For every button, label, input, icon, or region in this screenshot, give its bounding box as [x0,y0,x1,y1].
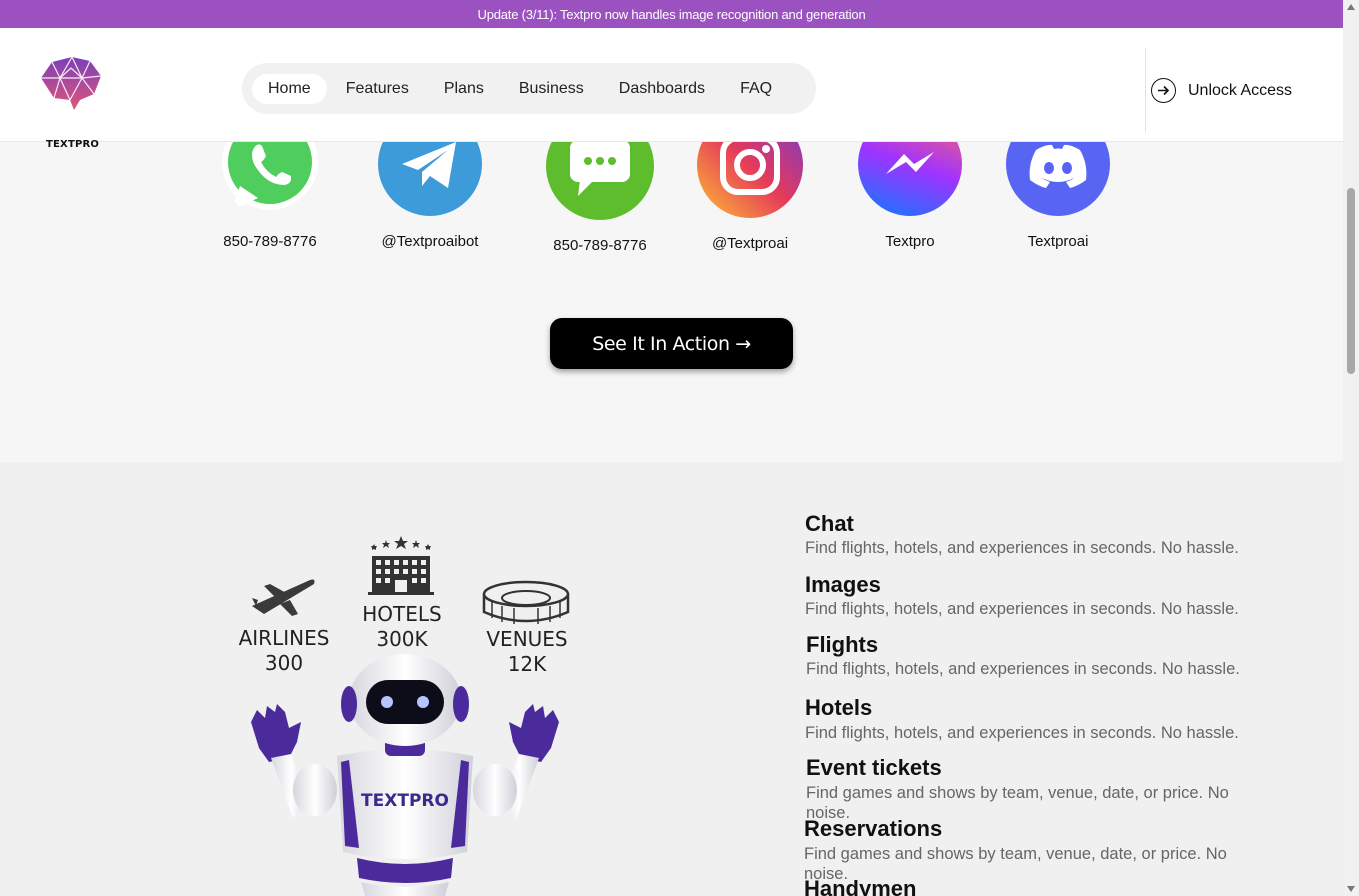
unlock-access-button[interactable]: Unlock Access [1151,78,1292,103]
feature-title: Reservations [804,816,943,841]
social-handle: Textpro [885,233,935,250]
feature-desc: Find flights, hotels, and experiences in… [806,660,1240,678]
nav-business[interactable]: Business [503,74,600,104]
social-handle: 850-789-8776 [223,233,317,250]
banner-text: Update (3/11): Textpro now handles image… [477,6,866,22]
features-section: AIRLINES 300 HOTELS 300K VENUES 12K TEXT… [0,462,1343,896]
nav-features[interactable]: Features [330,74,425,104]
scroll-up-icon[interactable] [1347,4,1355,10]
social-handle: Textproai [1027,233,1089,250]
scrollbar-thumb[interactable] [1347,188,1355,374]
plane-icon [250,576,318,623]
stat-label: HOTELS [362,602,442,626]
stat-hotels: HOTELS 300K [350,602,454,652]
nav-faq[interactable]: FAQ [724,74,788,104]
social-handle: @Textproai [711,235,789,252]
main-nav: Home Features Plans Business Dashboards … [242,63,816,114]
nav-plans[interactable]: Plans [428,74,500,104]
announcement-banner: Update (3/11): Textpro now handles image… [0,0,1343,28]
feature-title: Event tickets [806,755,942,780]
feature-desc: Find flights, hotels, and experiences in… [805,539,1239,557]
feature-title: Chat [805,511,854,536]
site-header: TEXTPRO Home Features Plans Business Das… [0,28,1343,150]
stat-label: VENUES [486,627,568,651]
nav-dashboards[interactable]: Dashboards [603,74,721,104]
logo[interactable]: TEXTPRO [38,56,104,150]
feature-title: Flights [806,632,879,657]
stat-value: 300K [376,627,428,651]
unlock-access-label: Unlock Access [1188,81,1293,99]
stat-label: AIRLINES [238,626,330,650]
arrow-right-circle-icon [1151,78,1176,103]
nav-home[interactable]: Home [252,73,327,104]
see-it-in-action-button[interactable]: See It In Action → [550,318,793,369]
feature-desc: Find flights, hotels, and experiences in… [805,600,1239,618]
social-handle: @Textproaibot [381,233,479,250]
stadium-icon [482,580,570,633]
brain-logo-icon [41,56,102,110]
feature-title: Handymen [804,876,917,896]
feature-desc: Find flights, hotels, and experiences in… [805,724,1239,742]
robot-mascot: TEXTPRO [245,652,565,896]
header-divider [1145,48,1146,132]
feature-title: Images [805,572,881,597]
page-scrollbar[interactable] [1343,0,1359,896]
hotel-icon [366,536,436,601]
feature-title: Hotels [805,695,873,720]
scroll-down-icon[interactable] [1347,886,1355,892]
social-handle: 850-789-8776 [553,237,647,254]
logo-text: TEXTPRO [46,139,100,150]
robot-chest-text: TEXTPRO [361,791,449,811]
